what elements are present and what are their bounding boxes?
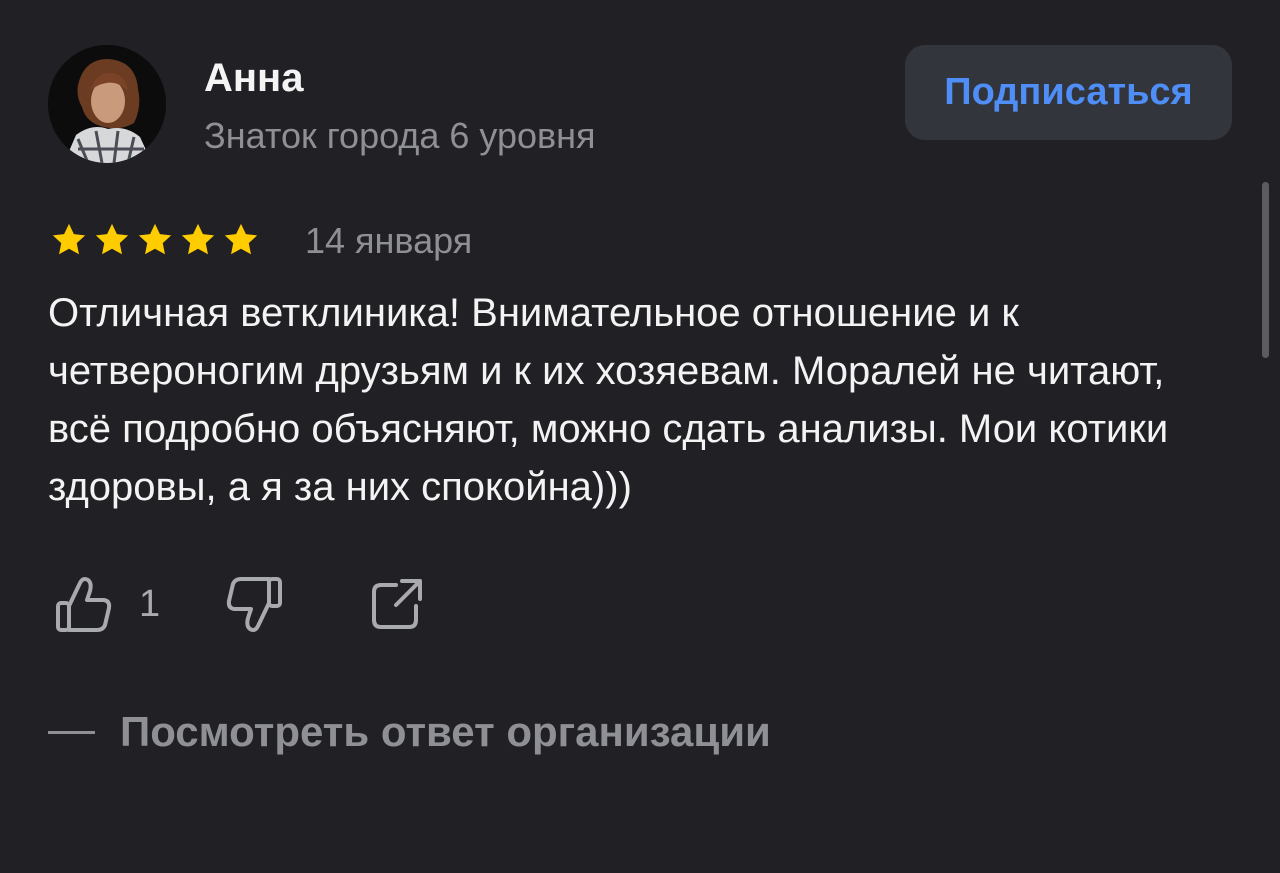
review-text: Отличная ветклиника! Внимательное отноше… — [48, 291, 1169, 509]
star-icon — [52, 223, 86, 255]
star-icon — [224, 223, 258, 255]
author-name[interactable]: Анна — [204, 54, 303, 102]
dash-divider — [48, 730, 95, 734]
scrollbar[interactable] — [1262, 182, 1269, 358]
thumb-up-icon — [56, 577, 112, 632]
dislike-button[interactable] — [225, 573, 285, 642]
thumb-down-icon — [226, 577, 282, 632]
review-date: 14 января — [305, 220, 473, 261]
star-icon — [138, 223, 172, 255]
view-org-reply-link[interactable]: Посмотреть ответ организации — [48, 704, 771, 760]
share-icon — [372, 579, 422, 629]
like-count: 1 — [139, 583, 161, 625]
share-button[interactable] — [369, 573, 425, 642]
star-icon — [95, 223, 129, 255]
star-icon — [181, 223, 215, 255]
rating-stars — [50, 220, 260, 262]
view-org-reply-label: Посмотреть ответ организации — [120, 708, 771, 755]
subscribe-button[interactable]: Подписаться — [905, 45, 1232, 140]
like-button[interactable] — [55, 573, 115, 642]
avatar[interactable] — [48, 45, 166, 163]
author-level: Знаток города 6 уровня — [204, 115, 596, 156]
avatar-photo — [48, 45, 166, 163]
